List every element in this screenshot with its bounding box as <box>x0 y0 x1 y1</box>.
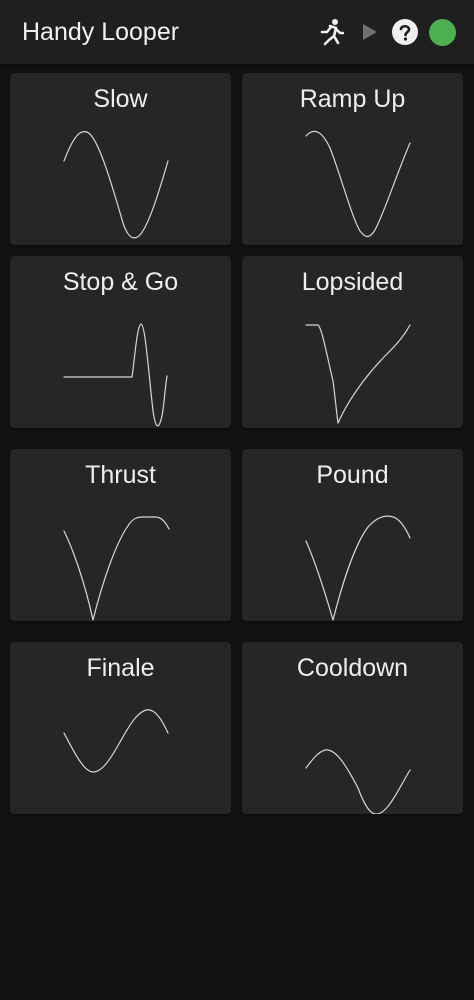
pound-waveform-icon <box>305 515 411 621</box>
help-icon[interactable] <box>392 19 418 45</box>
play-icon[interactable] <box>360 21 380 43</box>
pattern-card-lopsided[interactable]: Lopsided <box>242 256 463 428</box>
app-bar: Handy Looper <box>0 0 474 64</box>
lopsided-waveform-icon <box>305 324 411 424</box>
pattern-card-stop-and-go[interactable]: Stop & Go <box>10 256 231 428</box>
finale-waveform-icon <box>63 709 169 773</box>
thrust-waveform-icon <box>63 516 170 621</box>
pattern-card-cooldown[interactable]: Cooldown <box>242 642 463 814</box>
cooldown-waveform-icon <box>305 749 411 814</box>
runner-icon[interactable] <box>318 18 344 46</box>
pattern-card-pound[interactable]: Pound <box>242 449 463 621</box>
pattern-card-finale[interactable]: Finale <box>10 642 231 814</box>
pattern-card-ramp-up[interactable]: Ramp Up <box>242 73 463 245</box>
connection-status-dot[interactable] <box>429 19 456 46</box>
pattern-card-slow[interactable]: Slow <box>10 73 231 245</box>
stop-and-go-waveform-icon <box>63 323 168 427</box>
pattern-card-thrust[interactable]: Thrust <box>10 449 231 621</box>
app-title: Handy Looper <box>22 18 180 46</box>
slow-waveform-icon <box>63 131 169 239</box>
ramp-up-waveform-icon <box>305 130 411 238</box>
